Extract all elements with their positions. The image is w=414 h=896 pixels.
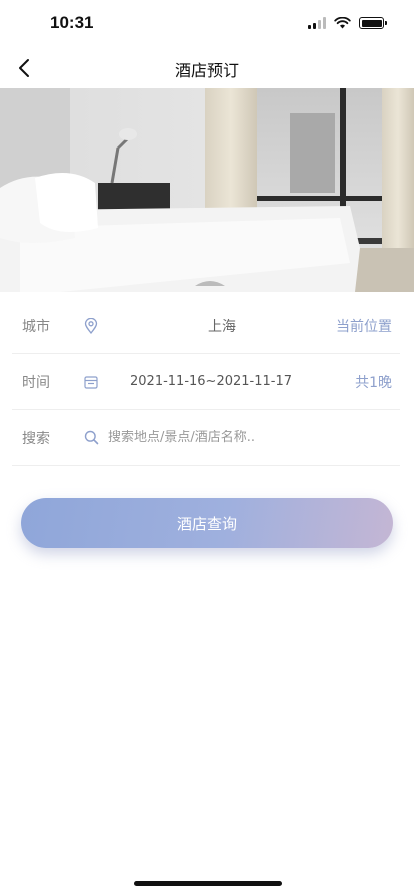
wifi-icon [334, 17, 351, 29]
status-time: 10:31 [50, 13, 94, 32]
status-icons [308, 17, 387, 29]
search-label: 搜索 [22, 430, 50, 447]
page-title: 酒店预订 [174, 61, 239, 80]
location-pin-icon [84, 317, 108, 334]
nights-count: 共1晚 [355, 374, 392, 391]
date-label: 时间 [22, 374, 50, 391]
date-row[interactable]: 时间 2021-11-16~2021-11-17 共1晚 [12, 354, 400, 410]
current-location-button[interactable]: 当前位置 [336, 316, 400, 336]
calendar-icon [84, 375, 108, 389]
nav-bar: 酒店预订 [0, 48, 414, 88]
date-range-value[interactable]: 2021-11-16~2021-11-17 [108, 374, 355, 389]
city-value[interactable]: 上海 [108, 316, 336, 336]
search-input[interactable] [108, 430, 400, 445]
battery-icon [359, 17, 387, 29]
hero-image [0, 88, 414, 292]
status-bar: 10:31 [0, 0, 414, 48]
home-indicator [134, 881, 282, 886]
hotel-room-illustration [0, 88, 414, 292]
search-icon [84, 430, 108, 445]
city-row[interactable]: 城市 上海 当前位置 [12, 298, 400, 354]
signal-icon [308, 17, 326, 29]
search-row[interactable]: 搜索 [12, 410, 400, 466]
city-label: 城市 [22, 318, 50, 335]
hotel-search-button[interactable]: 酒店查询 [21, 498, 393, 548]
booking-form: 城市 上海 当前位置 时间 2021-11-16~2021-11-17 共1晚 … [12, 298, 400, 466]
